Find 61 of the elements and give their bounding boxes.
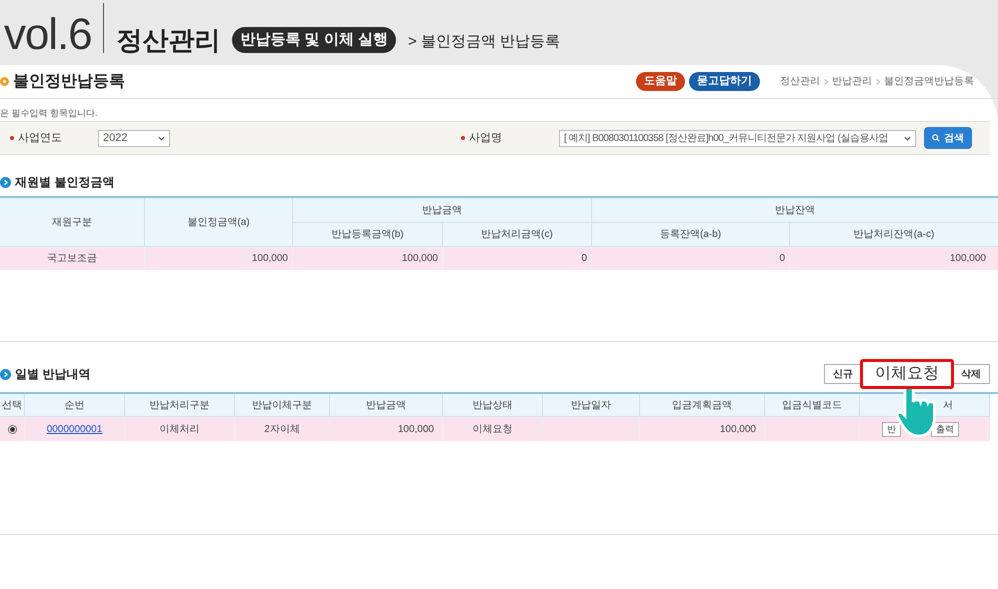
table-cell: 100,000	[640, 417, 765, 441]
page-title: 불인정반납등록	[13, 72, 126, 92]
record-link[interactable]: 0000000001	[46, 422, 102, 436]
bullet-icon	[0, 77, 9, 86]
action-button[interactable]: 삭제	[952, 364, 990, 384]
header-cell: 반납처리구분	[125, 394, 235, 417]
chevron-icon	[876, 78, 880, 84]
table-cell: 0	[592, 247, 790, 270]
action-button[interactable]: 신규	[824, 364, 862, 384]
header-cell: 선택	[0, 394, 25, 417]
header-cell: 재원구분	[0, 198, 145, 247]
breadcrumb-item[interactable]: 정산관리	[780, 74, 820, 89]
header-cell: 불인정금액(a)	[145, 198, 293, 247]
header-cell: 반납등록금액(b)	[293, 223, 443, 247]
action-button[interactable]: 출력	[931, 422, 959, 436]
search-button[interactable]: 검색	[924, 127, 972, 149]
header-cell: 반납금액	[330, 394, 443, 417]
header-cell: 순번	[25, 394, 125, 417]
transfer-request-button[interactable]: 이체요청	[860, 359, 954, 389]
volume-label: vol.6	[4, 13, 92, 57]
year-label: 사업연도	[18, 130, 63, 146]
search-icon	[932, 134, 940, 142]
header-cell: 반납상태	[443, 394, 543, 417]
header-cell: 반납잔액	[592, 198, 998, 223]
table-cell: 이체처리	[125, 417, 235, 441]
step-badge: 반납등록 및 이체 실행	[232, 26, 396, 53]
help-button[interactable]: 묻고답하기	[689, 72, 760, 91]
table-cell: 100,000	[330, 417, 443, 441]
header-cell: 입금계획금액	[640, 394, 765, 417]
table-cell: 0	[443, 247, 592, 270]
header-cell: 반납이체구분	[235, 394, 330, 417]
caret-icon	[158, 136, 165, 140]
table-cell: 이체요청	[443, 417, 543, 441]
help-button[interactable]: 도움말	[636, 72, 685, 91]
chevron-icon	[824, 78, 828, 84]
required-icon	[461, 136, 465, 140]
header-cell: 입금식별코드	[765, 394, 860, 417]
table-cell: 100,000	[293, 247, 443, 270]
section-title: 정산관리	[116, 27, 220, 53]
table-cell: 100,000	[790, 247, 998, 270]
header-cell: 반납금액	[293, 198, 592, 223]
business-label: 사업명	[469, 130, 503, 146]
required-icon	[10, 136, 14, 140]
radio-button[interactable]	[8, 424, 16, 434]
table-cell: 100,000	[145, 247, 293, 270]
header-cell: 반납처리잔액(a-c)	[790, 223, 998, 247]
business-select[interactable]: [ 예치] B0080301100358 [정산완료]h00_커뮤니티전문가 지원사업 (실습용사업	[559, 130, 916, 146]
header-cell: 반납처리금액(c)	[443, 223, 592, 247]
section-heading: 일별 반납내역	[15, 366, 90, 383]
subtitle: > 불인정금액 반납등록	[408, 32, 560, 52]
breadcrumb-item[interactable]: 반납관리	[832, 74, 872, 89]
year-select[interactable]: 2022	[98, 130, 170, 146]
required-note: 은 필수입력 항목입니다.	[0, 107, 99, 120]
action-button[interactable]: 반	[882, 422, 901, 436]
caret-icon	[904, 136, 911, 140]
table-cell: 국고보조금	[0, 247, 145, 270]
header-cell: 반납일자	[543, 394, 640, 417]
table-cell: 2자이체	[235, 417, 330, 441]
section-heading: 재원별 불인정금액	[15, 174, 114, 191]
header-cell: 등록잔액(a-b)	[592, 223, 790, 247]
breadcrumb-item[interactable]: 불인정금액반납등록	[884, 74, 974, 89]
